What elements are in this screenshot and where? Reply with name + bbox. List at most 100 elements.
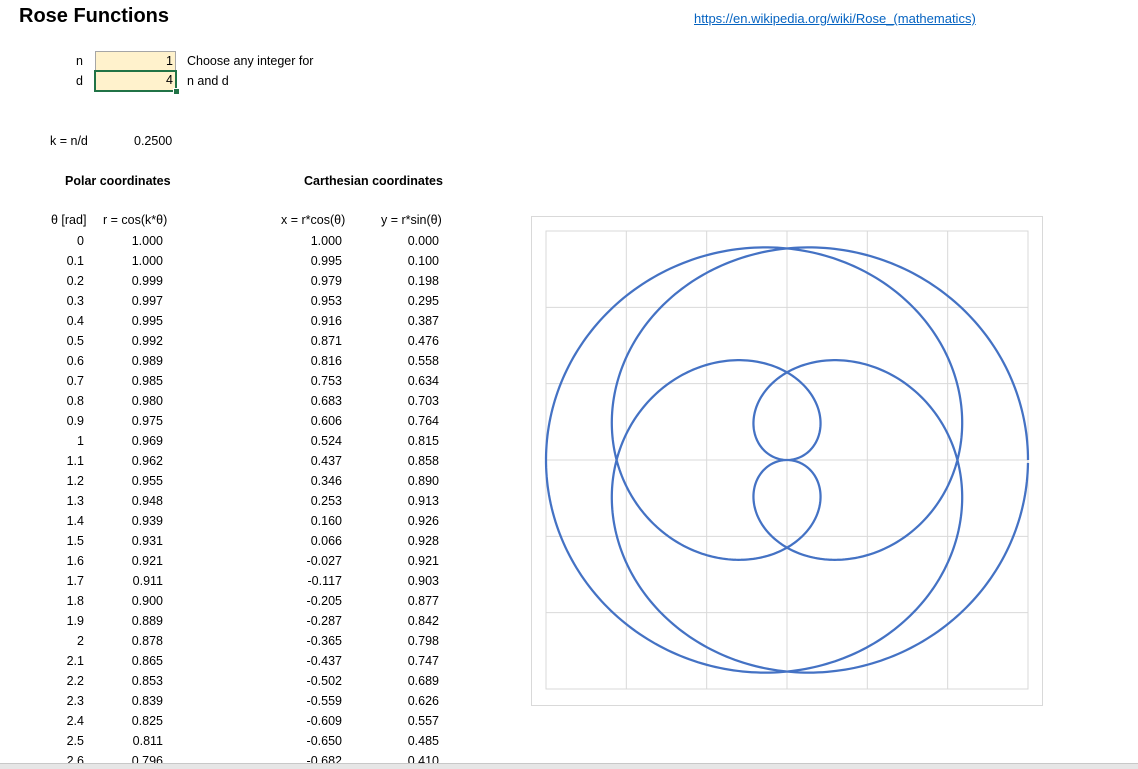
cell-x[interactable]: 0.066: [311, 531, 342, 551]
cell-x[interactable]: 0.683: [311, 391, 342, 411]
cell-r[interactable]: 0.825: [132, 711, 163, 731]
cell-r[interactable]: 0.911: [133, 571, 163, 591]
rose-chart[interactable]: [531, 216, 1043, 706]
cell-r[interactable]: 0.985: [132, 371, 163, 391]
cell-r[interactable]: 0.853: [132, 671, 163, 691]
cell-theta[interactable]: 0.8: [67, 391, 84, 411]
cell-r[interactable]: 0.931: [132, 531, 163, 551]
d-input[interactable]: 4: [94, 70, 177, 92]
cell-r[interactable]: 0.839: [132, 691, 163, 711]
cell-theta[interactable]: 2: [77, 631, 84, 651]
cell-x[interactable]: 0.979: [311, 271, 342, 291]
cell-theta[interactable]: 0.3: [67, 291, 84, 311]
cell-y[interactable]: 0.764: [408, 411, 439, 431]
cell-theta[interactable]: 1.1: [67, 451, 84, 471]
cell-r[interactable]: 0.865: [132, 651, 163, 671]
cell-y[interactable]: 0.476: [408, 331, 439, 351]
cell-theta[interactable]: 1: [77, 431, 84, 451]
cell-y[interactable]: 0.387: [408, 311, 439, 331]
cell-r[interactable]: 0.921: [132, 551, 163, 571]
cell-theta[interactable]: 1.4: [67, 511, 84, 531]
cell-x[interactable]: -0.609: [307, 711, 342, 731]
cell-x[interactable]: -0.502: [307, 671, 342, 691]
cell-r[interactable]: 0.955: [132, 471, 163, 491]
cell-r[interactable]: 0.969: [132, 431, 163, 451]
cell-y[interactable]: 0.842: [408, 611, 439, 631]
cell-r[interactable]: 0.997: [132, 291, 163, 311]
cell-theta[interactable]: 2.5: [67, 731, 84, 751]
cell-y[interactable]: 0.558: [408, 351, 439, 371]
cell-y[interactable]: 0.815: [408, 431, 439, 451]
cell-r[interactable]: 0.992: [132, 331, 163, 351]
cell-y[interactable]: 0.410: [408, 751, 439, 763]
cell-theta[interactable]: 1.2: [67, 471, 84, 491]
cell-theta[interactable]: 0.2: [67, 271, 84, 291]
cell-r[interactable]: 1.000: [132, 231, 163, 251]
cell-theta[interactable]: 0.1: [67, 251, 84, 271]
cell-x[interactable]: -0.559: [307, 691, 342, 711]
cell-y[interactable]: 0.557: [408, 711, 439, 731]
cell-theta[interactable]: 1.7: [67, 571, 84, 591]
cell-theta[interactable]: 2.6: [67, 751, 84, 763]
cell-y[interactable]: 0.798: [408, 631, 439, 651]
cell-theta[interactable]: 0: [77, 231, 84, 251]
cell-theta[interactable]: 2.3: [67, 691, 84, 711]
cell-theta[interactable]: 0.7: [67, 371, 84, 391]
cell-y[interactable]: 0.921: [408, 551, 439, 571]
cell-x[interactable]: 0.524: [311, 431, 342, 451]
cell-theta[interactable]: 0.9: [67, 411, 84, 431]
cell-r[interactable]: 0.878: [132, 631, 163, 651]
cell-x[interactable]: 0.160: [311, 511, 342, 531]
cell-y[interactable]: 0.913: [408, 491, 439, 511]
cell-x[interactable]: 0.753: [311, 371, 342, 391]
cell-r[interactable]: 0.900: [132, 591, 163, 611]
cell-r[interactable]: 0.975: [132, 411, 163, 431]
cell-y[interactable]: 0.689: [408, 671, 439, 691]
cell-theta[interactable]: 1.8: [67, 591, 84, 611]
cell-x[interactable]: 0.995: [311, 251, 342, 271]
cell-x[interactable]: -0.650: [307, 731, 342, 751]
cell-y[interactable]: 0.198: [408, 271, 439, 291]
cell-x[interactable]: 0.253: [311, 491, 342, 511]
cell-r[interactable]: 0.796: [132, 751, 163, 763]
cell-y[interactable]: 0.703: [408, 391, 439, 411]
cell-theta[interactable]: 2.2: [67, 671, 84, 691]
cell-theta[interactable]: 1.6: [67, 551, 84, 571]
cell-x[interactable]: 0.437: [311, 451, 342, 471]
cell-r[interactable]: 0.989: [132, 351, 163, 371]
cell-x[interactable]: -0.117: [307, 571, 342, 591]
cell-theta[interactable]: 1.3: [67, 491, 84, 511]
cell-r[interactable]: 0.889: [132, 611, 163, 631]
cell-x[interactable]: 0.816: [311, 351, 342, 371]
cell-r[interactable]: 0.939: [132, 511, 163, 531]
cell-y[interactable]: 0.634: [408, 371, 439, 391]
cell-theta[interactable]: 0.6: [67, 351, 84, 371]
cell-x[interactable]: -0.287: [307, 611, 342, 631]
cell-x[interactable]: 0.916: [311, 311, 342, 331]
cell-x[interactable]: -0.682: [307, 751, 342, 763]
cell-r[interactable]: 0.995: [132, 311, 163, 331]
cell-theta[interactable]: 1.5: [67, 531, 84, 551]
cell-theta[interactable]: 2.4: [67, 711, 84, 731]
cell-y[interactable]: 0.295: [408, 291, 439, 311]
cell-theta[interactable]: 0.4: [67, 311, 84, 331]
cell-y[interactable]: 0.926: [408, 511, 439, 531]
sheet-tabs-bar[interactable]: [0, 763, 1138, 769]
cell-theta[interactable]: 1.9: [67, 611, 84, 631]
cell-x[interactable]: -0.027: [307, 551, 342, 571]
fill-handle[interactable]: [173, 88, 180, 95]
cell-r[interactable]: 0.948: [132, 491, 163, 511]
cell-y[interactable]: 0.928: [408, 531, 439, 551]
cell-r[interactable]: 0.999: [132, 271, 163, 291]
cell-y[interactable]: 0.890: [408, 471, 439, 491]
cell-x[interactable]: 0.346: [311, 471, 342, 491]
cell-y[interactable]: 0.858: [408, 451, 439, 471]
cell-r[interactable]: 0.962: [132, 451, 163, 471]
cell-r[interactable]: 1.000: [132, 251, 163, 271]
cell-y[interactable]: 0.877: [408, 591, 439, 611]
cell-theta[interactable]: 0.5: [67, 331, 84, 351]
cell-y[interactable]: 0.100: [408, 251, 439, 271]
cell-x[interactable]: 0.606: [311, 411, 342, 431]
cell-x[interactable]: 1.000: [311, 231, 342, 251]
wikipedia-link[interactable]: https://en.wikipedia.org/wiki/Rose_(math…: [694, 11, 976, 26]
